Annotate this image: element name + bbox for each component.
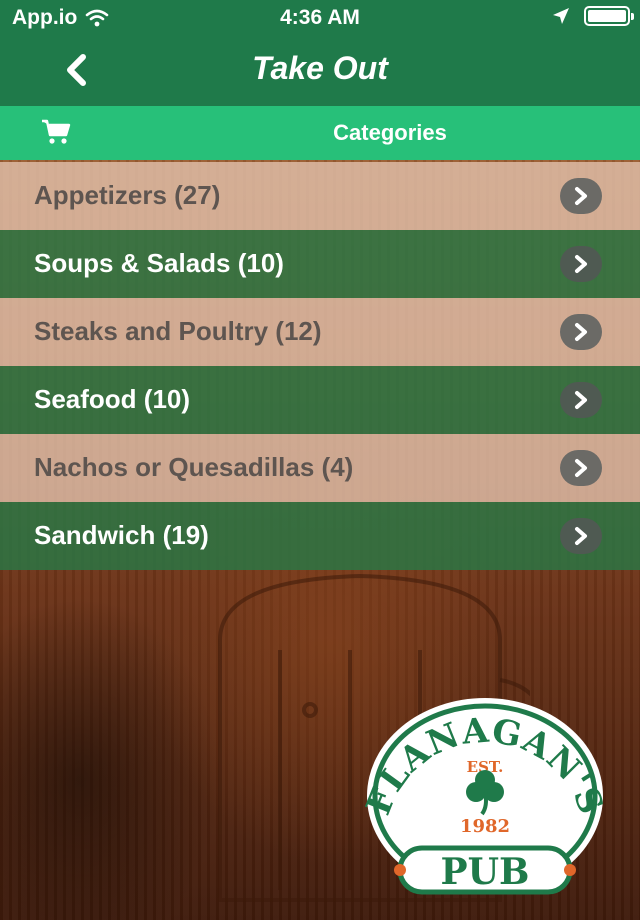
logo-year: 1982 — [460, 816, 510, 837]
category-row-soups-salads[interactable]: Soups & Salads (10) — [0, 230, 640, 298]
chevron-right-icon — [560, 178, 602, 214]
page-title: Take Out — [252, 50, 388, 86]
chevron-right-icon — [560, 450, 602, 486]
categories-header: Categories — [0, 106, 640, 160]
chevron-right-icon — [560, 314, 602, 350]
location-arrow-icon — [553, 8, 569, 24]
category-row-seafood[interactable]: Seafood (10) — [0, 366, 640, 434]
category-row-nachos-quesadillas[interactable]: Nachos or Quesadillas (4) — [0, 434, 640, 502]
status-time: 4:36 AM — [280, 6, 360, 29]
category-list: Appetizers (27) Soups & Salads (10) Stea… — [0, 162, 640, 570]
category-label: Appetizers (27) — [34, 180, 221, 210]
categories-title: Categories — [333, 120, 447, 145]
status-indicators — [552, 6, 634, 26]
category-label: Soups & Salads (10) — [34, 248, 284, 278]
chevron-right-icon — [560, 518, 602, 554]
category-label: Steaks and Poultry (12) — [34, 316, 322, 346]
battery-level — [588, 10, 626, 22]
logo-name-bottom: PUB — [441, 851, 530, 893]
category-label: Sandwich (19) — [34, 520, 209, 550]
chevron-right-icon — [560, 382, 602, 418]
category-label: Nachos or Quesadillas (4) — [34, 452, 354, 482]
status-bar: App.io 4:36 AM — [0, 0, 640, 34]
category-row-steaks-poultry[interactable]: Steaks and Poultry (12) — [0, 298, 640, 366]
battery-icon — [584, 6, 634, 26]
flanagans-pub-logo: FLANAGAN'S EST. 1982 PUB — [360, 698, 610, 895]
category-row-appetizers[interactable]: Appetizers (27) — [0, 162, 640, 230]
category-row-sandwich[interactable]: Sandwich (19) — [0, 502, 640, 570]
category-label: Seafood (10) — [34, 384, 191, 414]
chevron-right-icon — [560, 246, 602, 282]
navigation-bar: Take Out — [0, 34, 640, 106]
